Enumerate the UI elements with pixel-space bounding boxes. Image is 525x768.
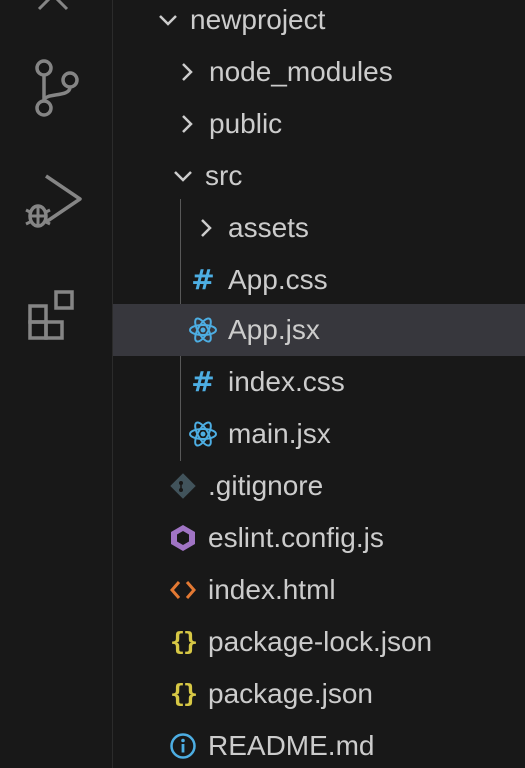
tree-label: index.html xyxy=(208,574,336,605)
react-icon xyxy=(188,408,218,460)
html-icon xyxy=(168,564,198,616)
json-icon: {} xyxy=(169,679,198,708)
tree-label: package.json xyxy=(208,678,374,709)
tree-label: index.css xyxy=(228,366,345,397)
tree-folder-node-modules[interactable]: node_modules xyxy=(113,46,525,98)
tree-file-index-css[interactable]: # index.css xyxy=(113,356,525,408)
tree-label: newproject xyxy=(190,4,326,35)
tree-file-package-lock-json[interactable]: {} package-lock.json xyxy=(113,616,525,668)
tree-label: App.css xyxy=(228,264,328,295)
source-control-icon[interactable] xyxy=(24,56,88,120)
tree-label: assets xyxy=(228,212,309,243)
tree-label: main.jsx xyxy=(228,418,331,449)
vscode-window: newproject node_modules public src asset… xyxy=(0,0,525,768)
tree-folder-assets[interactable]: assets xyxy=(113,202,525,254)
git-icon xyxy=(168,460,198,512)
tree-folder-newproject[interactable]: newproject xyxy=(113,0,525,46)
tree-file-package-json[interactable]: {} package.json xyxy=(113,668,525,720)
tree-file-main-jsx[interactable]: main.jsx xyxy=(113,408,525,460)
explorer-tree: newproject node_modules public src asset… xyxy=(113,0,525,768)
explorer-icon[interactable] xyxy=(24,0,88,26)
tree-file-index-html[interactable]: index.html xyxy=(113,564,525,616)
activity-bar xyxy=(0,0,113,768)
run-debug-icon[interactable] xyxy=(24,170,88,234)
chevron-down-icon xyxy=(158,0,178,46)
tree-label: App.jsx xyxy=(228,314,320,345)
tree-folder-src[interactable]: src xyxy=(113,150,525,202)
tree-file-gitignore[interactable]: .gitignore xyxy=(113,460,525,512)
tree-file-app-jsx[interactable]: App.jsx xyxy=(113,304,525,356)
tree-label: README.md xyxy=(208,730,375,761)
tree-file-readme[interactable]: README.md xyxy=(113,720,525,768)
info-icon xyxy=(168,720,198,768)
tree-label: eslint.config.js xyxy=(208,522,384,553)
eslint-icon xyxy=(168,512,198,564)
tree-label: public xyxy=(209,108,283,139)
extensions-icon[interactable] xyxy=(24,284,88,348)
react-icon xyxy=(188,304,218,356)
css-hash-icon: # xyxy=(191,263,215,296)
chevron-right-icon xyxy=(177,46,197,98)
tree-label: package-lock.json xyxy=(208,626,433,657)
json-icon: {} xyxy=(169,627,198,656)
tree-label: node_modules xyxy=(209,56,393,87)
tree-folder-public[interactable]: public xyxy=(113,98,525,150)
tree-file-eslint-config[interactable]: eslint.config.js xyxy=(113,512,525,564)
chevron-right-icon xyxy=(196,202,216,254)
chevron-right-icon xyxy=(177,98,197,150)
tree-label: src xyxy=(205,160,243,191)
css-hash-icon: # xyxy=(191,365,215,398)
tree-label: .gitignore xyxy=(208,470,324,501)
chevron-down-icon xyxy=(173,150,193,202)
tree-file-app-css[interactable]: # App.css xyxy=(113,254,525,306)
